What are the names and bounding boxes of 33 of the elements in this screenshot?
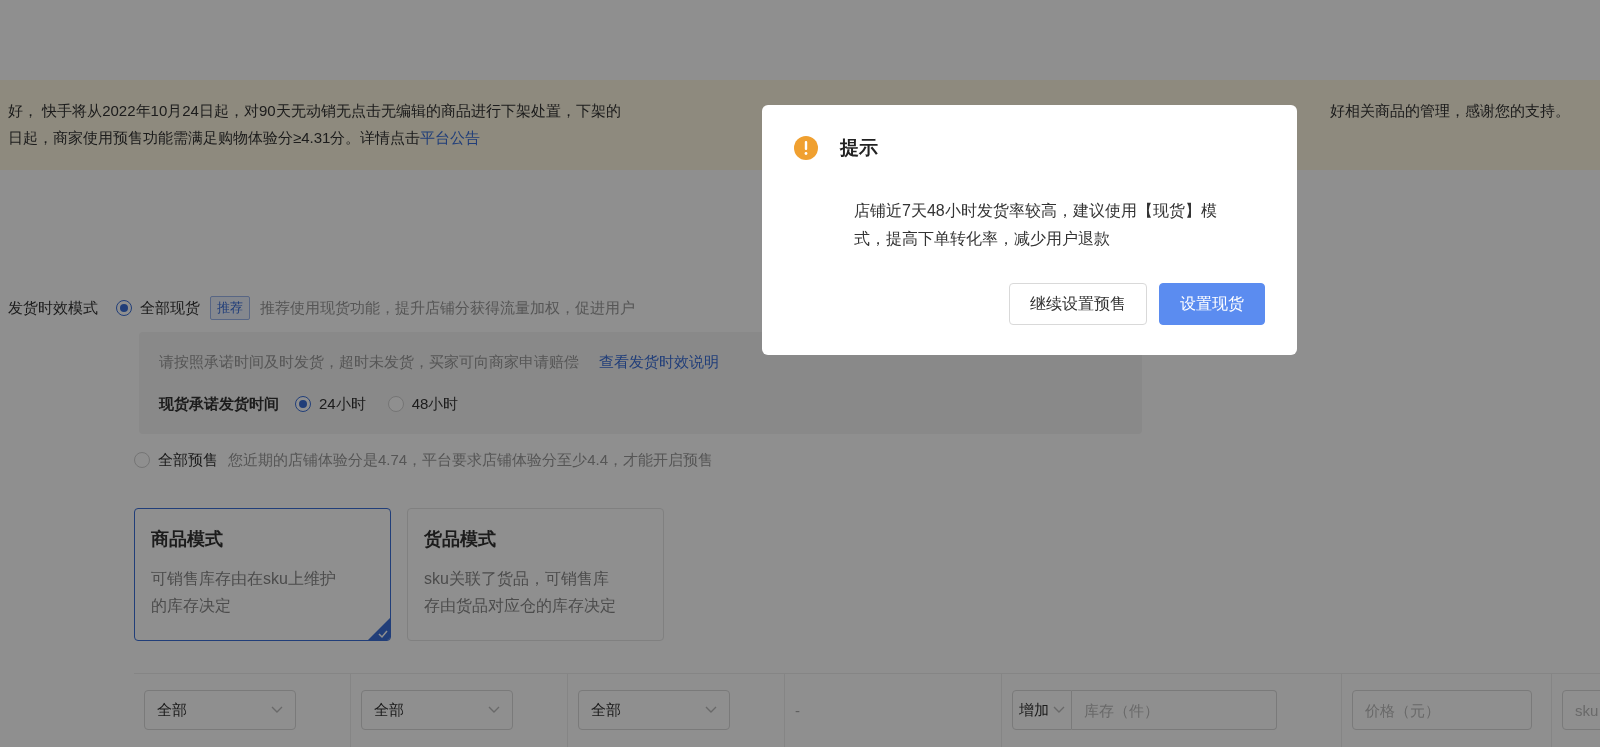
radio-option[interactable]: 全部预售 — [134, 450, 218, 470]
card-title: 商品模式 — [151, 528, 224, 551]
dropdown[interactable]: 全部 — [578, 690, 730, 730]
card-description: 可销售库存由在sku上维护的库存决定 — [151, 569, 337, 616]
field-label: 发货时效模式 — [8, 298, 98, 318]
field-label: 现货承诺发货时间 — [159, 394, 279, 414]
radio-option[interactable]: 全部现货 — [116, 298, 200, 318]
chevron-down-icon — [1053, 706, 1065, 714]
dialog-title: 提示 — [840, 136, 878, 160]
card-description: sku关联了货品，可销售库存由货品对应仓的库存决定 — [424, 569, 617, 616]
secondary-button[interactable]: 继续设置预售 — [1009, 283, 1147, 325]
announcement-link[interactable]: 平台公告 — [420, 129, 481, 148]
chevron-down-icon — [271, 706, 283, 714]
dropdown[interactable]: 全部 — [144, 690, 296, 730]
notice-text: 好相关商品的管理，感谢您的支持。 — [1330, 102, 1570, 121]
radio-option[interactable]: 48小时 — [387, 394, 459, 414]
mode-card[interactable]: 商品模式 可销售库存由在sku上维护的库存决定 — [134, 508, 391, 641]
confirm-button[interactable]: 设置现货 — [1159, 283, 1265, 325]
mode-select[interactable]: 增加 — [1012, 690, 1072, 730]
chevron-down-icon — [488, 706, 500, 714]
recommend-tag: 推荐 — [210, 296, 250, 320]
explain-link[interactable]: 查看发货时效说明 — [599, 352, 719, 372]
warning-icon — [794, 136, 818, 160]
dash-text: - — [795, 702, 800, 719]
chevron-down-icon — [705, 706, 717, 714]
card-title: 货品模式 — [424, 528, 497, 551]
notice-text: 好， 快手将从2022年10月24日起，对90天无动销无点击无编辑的商品进行下架处置，下架的 — [8, 102, 621, 121]
radio-option[interactable]: 24小时 — [295, 394, 366, 414]
dialog-message: 店铺近7天48小时发货率较高，建议使用【现货】模式，提高下单转化率，减少用户退款 — [854, 201, 1218, 249]
notice-text: 日起，商家使用预售功能需满足购物体验分≥4.31分。详情点击 — [8, 129, 421, 148]
check-corner-icon — [368, 618, 390, 640]
dropdown[interactable]: 全部 — [361, 690, 513, 730]
mode-card[interactable]: 货品模式 sku关联了货品，可销售库存由货品对应仓的库存决定 — [407, 508, 664, 641]
